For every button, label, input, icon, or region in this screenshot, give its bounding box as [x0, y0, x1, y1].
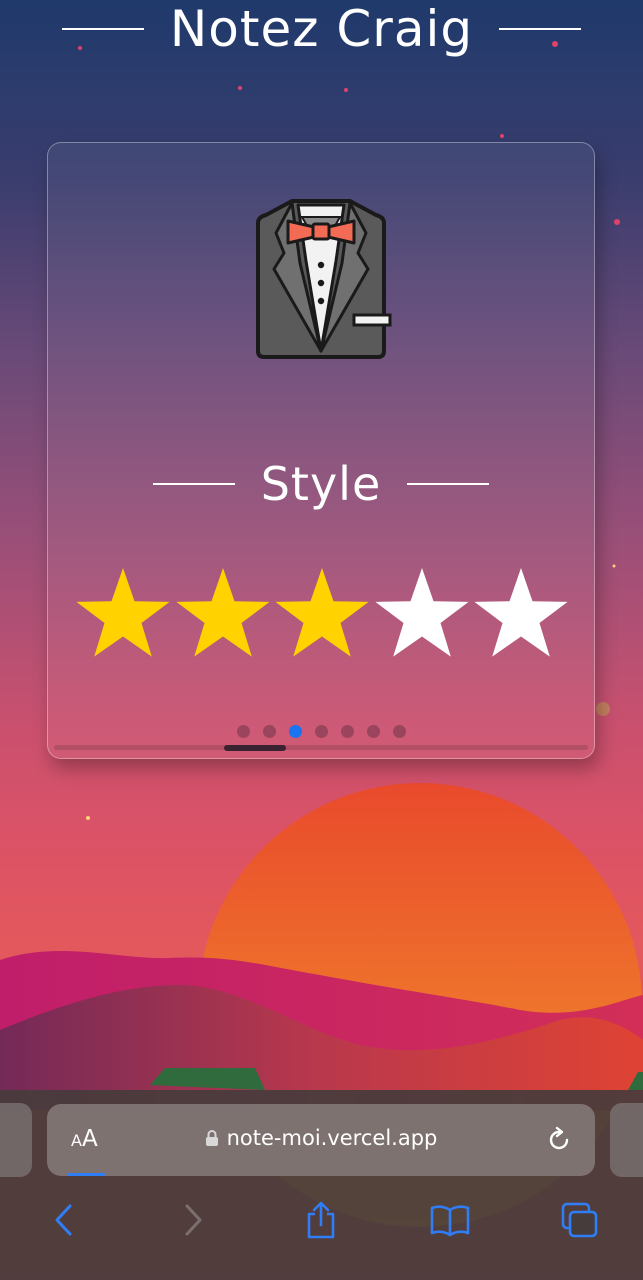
- share-icon: [308, 1201, 335, 1239]
- pagination-dot[interactable]: [366, 725, 380, 738]
- title-divider-right: [499, 28, 582, 30]
- forward-arrow-icon: [185, 1204, 202, 1236]
- star-icon[interactable]: [472, 565, 570, 663]
- tabs-icon: [561, 1202, 597, 1238]
- page-load-progress: [67, 1173, 105, 1176]
- star-icon[interactable]: [174, 565, 272, 663]
- category-divider-left: [152, 483, 235, 485]
- pagination-dot[interactable]: [392, 725, 406, 738]
- pagination-dot[interactable]: [262, 725, 276, 738]
- url-display[interactable]: note-moi.vercel.app: [47, 1126, 595, 1150]
- page-title-row: Notez Craig: [0, 0, 643, 58]
- pagination-dot[interactable]: [340, 725, 354, 738]
- card-scrollbar-thumb[interactable]: [224, 745, 286, 751]
- pagination-dots[interactable]: [48, 725, 594, 738]
- forward-button[interactable]: [171, 1198, 215, 1242]
- star-rating[interactable]: [74, 565, 570, 665]
- bookmarks-button[interactable]: [428, 1198, 472, 1242]
- tabs-button[interactable]: [557, 1198, 601, 1242]
- pagination-dot[interactable]: [314, 725, 328, 738]
- previous-tab-preview[interactable]: [0, 1103, 32, 1177]
- page-title: Notez Craig: [169, 0, 474, 58]
- rating-card[interactable]: Style: [47, 142, 595, 759]
- pagination-dot[interactable]: [236, 725, 250, 738]
- star-icon[interactable]: [373, 565, 471, 663]
- tuxedo-icon: [256, 199, 392, 359]
- star-icon[interactable]: [74, 565, 172, 663]
- card-scrollbar-track[interactable]: [54, 745, 588, 751]
- pagination-dot[interactable]: [288, 725, 302, 738]
- title-divider-left: [61, 28, 144, 30]
- next-tab-preview[interactable]: [610, 1103, 643, 1177]
- back-button[interactable]: [42, 1198, 86, 1242]
- browser-toolbar: [0, 1190, 643, 1250]
- share-button[interactable]: [299, 1198, 343, 1242]
- reload-icon[interactable]: [545, 1126, 573, 1154]
- back-arrow-icon: [55, 1204, 72, 1236]
- category-heading-row: Style: [48, 461, 594, 507]
- star-icon[interactable]: [273, 565, 371, 663]
- address-bar[interactable]: AA note-moi.vercel.app: [47, 1104, 595, 1176]
- lock-icon: [205, 1130, 218, 1146]
- url-text: note-moi.vercel.app: [226, 1126, 438, 1150]
- category-divider-right: [407, 483, 490, 485]
- bookmarks-icon: [430, 1205, 470, 1237]
- category-title: Style: [260, 457, 382, 511]
